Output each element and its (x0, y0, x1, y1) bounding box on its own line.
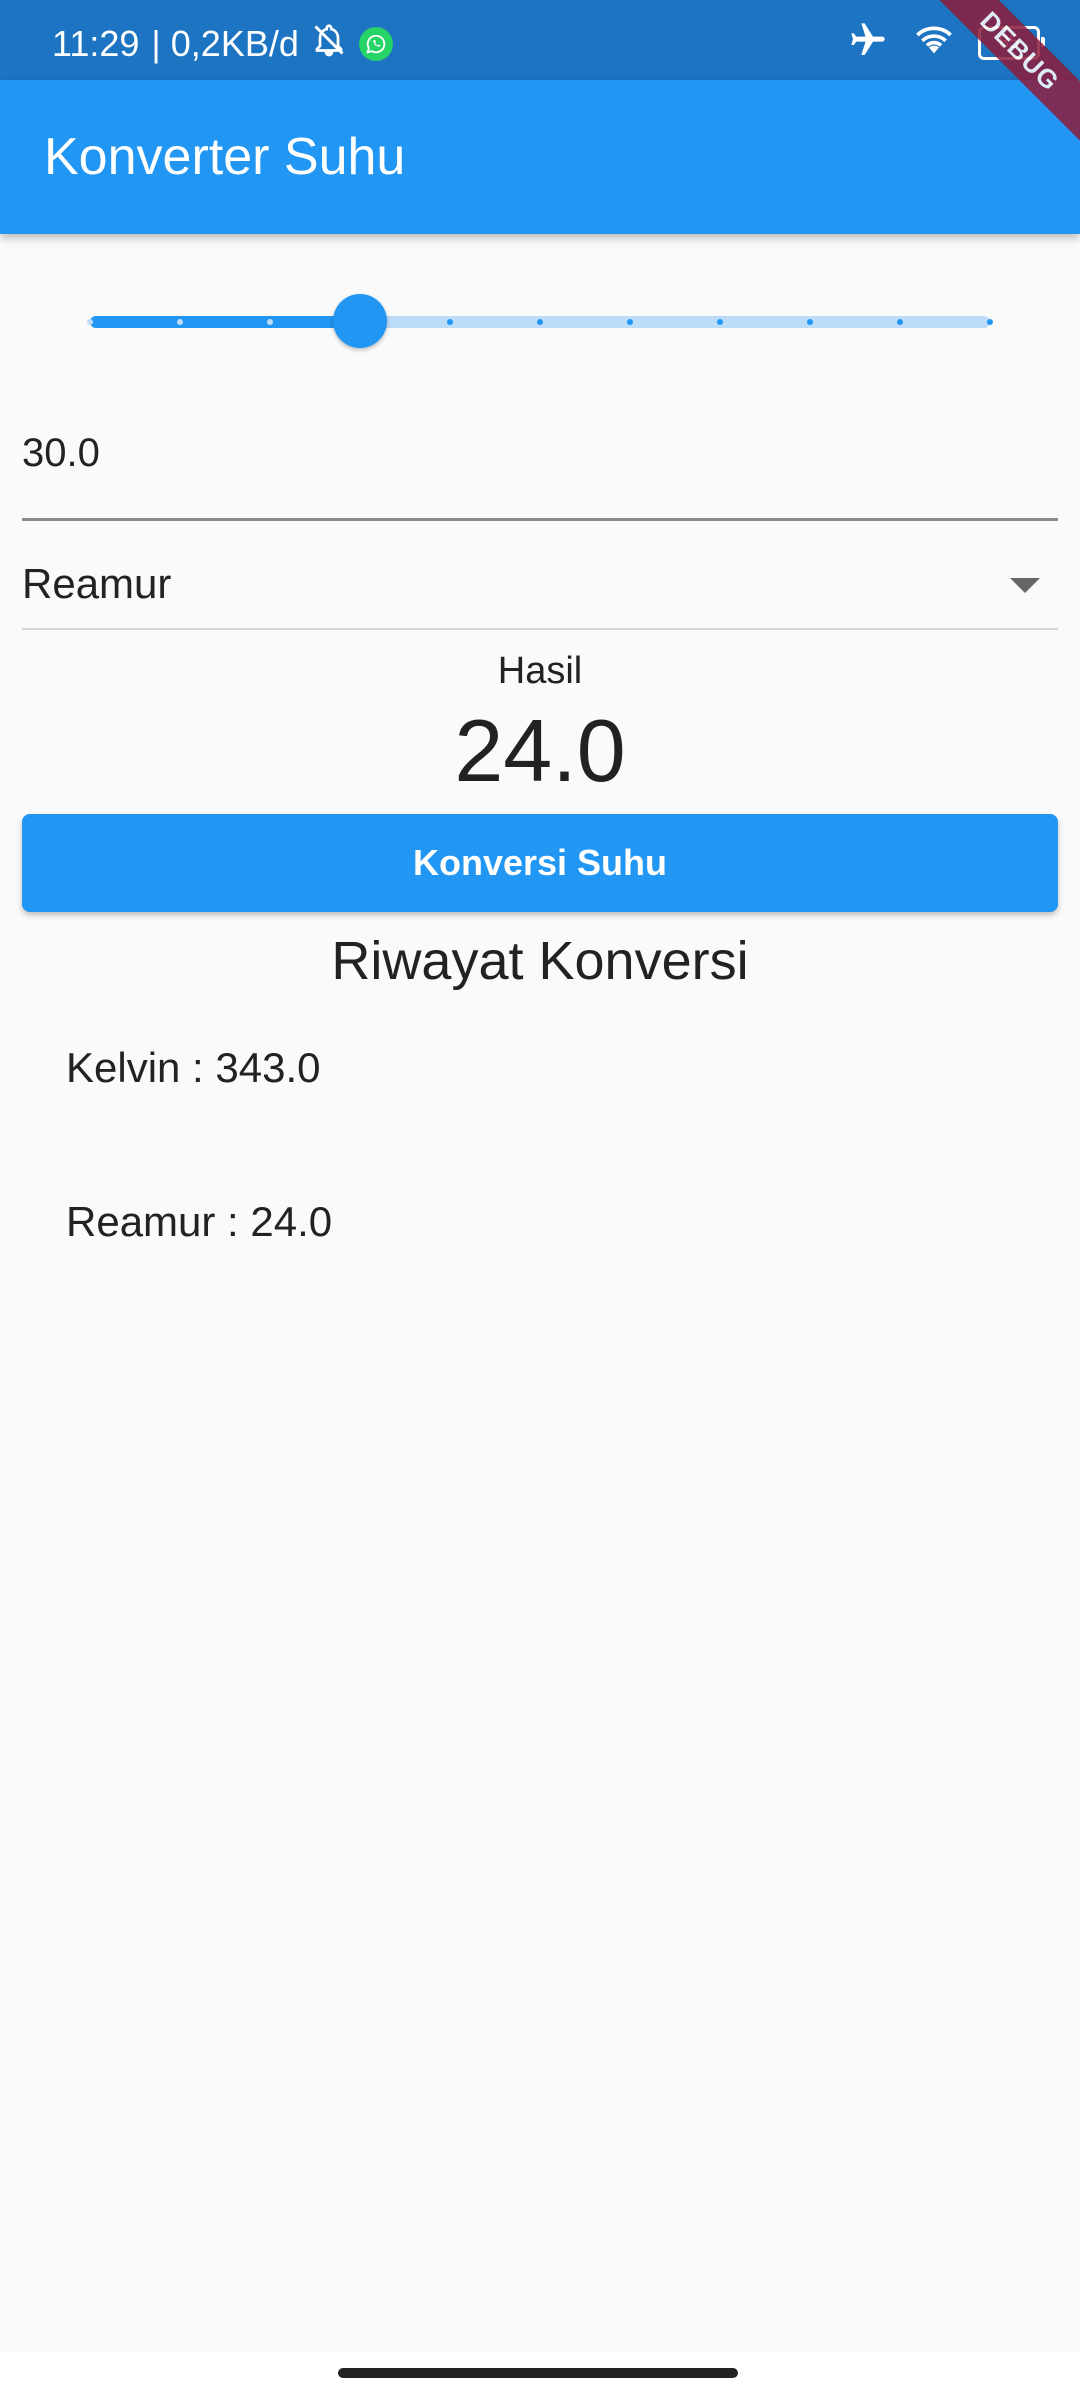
whatsapp-icon (358, 27, 393, 61)
home-indicator[interactable] (338, 2368, 738, 2378)
history-item: Reamur : 24.0 (66, 1198, 333, 1245)
result-label: Hasil (497, 650, 583, 692)
slider-tick (177, 319, 183, 325)
temperature-slider[interactable] (87, 294, 993, 348)
status-time: 11:29 (52, 23, 140, 64)
app-bar: Konverter Suhu (0, 80, 1080, 234)
slider-thumb[interactable] (333, 294, 387, 348)
slider-tick (267, 319, 273, 325)
status-bar: 11:29 | 0,2KB/d 85 (0, 0, 1080, 80)
slider-tick (87, 319, 93, 325)
dropdown-arrow-icon (1010, 578, 1040, 593)
app-title: Konverter Suhu (44, 128, 406, 186)
temperature-input-field[interactable] (22, 408, 1058, 521)
status-left: 11:29 | 0,2KB/d (52, 22, 393, 66)
unit-dropdown[interactable]: Reamur (22, 548, 1058, 630)
slider-tick (807, 319, 813, 325)
airplane-mode-icon (846, 20, 890, 65)
history-title: Riwayat Konversi (331, 931, 749, 991)
slider-track-active (90, 316, 360, 328)
convert-button[interactable]: Konversi Suhu (22, 814, 1058, 912)
history-item: Kelvin : 343.0 (66, 1044, 321, 1091)
temperature-input[interactable] (22, 408, 1058, 498)
unit-dropdown-value: Reamur (22, 560, 172, 607)
wifi-icon (912, 20, 956, 65)
slider-tick (897, 319, 903, 325)
notifications-off-icon (311, 22, 347, 66)
slider-tick (537, 319, 543, 325)
result-value: 24.0 (454, 701, 626, 800)
status-network-speed: | 0,2KB/d (151, 23, 299, 64)
slider-tick (717, 319, 723, 325)
slider-tick (447, 319, 453, 325)
slider-tick (627, 319, 633, 325)
slider-tick (987, 319, 993, 325)
history-list: Kelvin : 343.0 Reamur : 24.0 (66, 1040, 1016, 1348)
